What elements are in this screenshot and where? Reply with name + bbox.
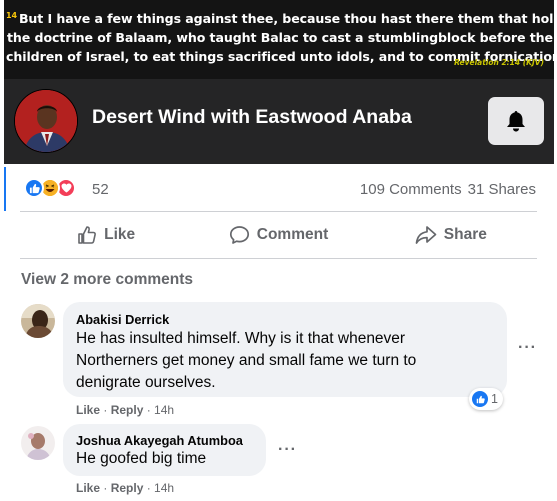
shares-count-link[interactable]: 31 Shares xyxy=(468,181,536,198)
comment-like-link[interactable]: Like xyxy=(76,403,100,417)
notification-bell-button[interactable] xyxy=(488,97,544,145)
like-button[interactable]: Like xyxy=(20,216,192,254)
scripture-reference: Revelation 2:14 (KJV) xyxy=(454,58,544,67)
view-more-comments-link[interactable]: View 2 more comments xyxy=(21,271,193,289)
page-title[interactable]: Desert Wind with Eastwood Anaba xyxy=(92,106,412,129)
comment-text-line-1: He has insulted himself. Why is it that … xyxy=(76,330,406,347)
comment-reaction-count: 1 xyxy=(491,392,498,406)
bell-icon xyxy=(507,111,525,132)
comment-bubble: Abakisi Derrick He has insulted himself.… xyxy=(63,302,507,397)
divider-bottom xyxy=(20,258,537,259)
comment-timestamp[interactable]: 14h xyxy=(154,403,174,417)
banner-line-2: the doctrine of Balaam, who taught Balac… xyxy=(7,30,553,46)
comment-reply-link[interactable]: Reply xyxy=(111,481,144,495)
post-image-banner[interactable]: 14 But I have a few things against thee, … xyxy=(4,0,554,79)
like-reaction-icon xyxy=(24,178,44,198)
comment-meta: Like · Reply · 14h xyxy=(76,481,175,495)
like-reaction-icon xyxy=(472,391,488,407)
comment-reaction-badge[interactable]: 1 xyxy=(469,388,503,410)
comment-text-line-2: Northerners get money and small fame we … xyxy=(76,352,417,369)
comment-button[interactable]: Comment xyxy=(192,216,364,254)
banner-line-1: 14 But I have a few things against thee, … xyxy=(6,6,554,28)
commenter-avatar[interactable] xyxy=(21,426,55,460)
comment-author[interactable]: Joshua Akayegah Atumboa xyxy=(76,433,243,448)
person-portrait-icon xyxy=(15,90,77,152)
page-avatar[interactable] xyxy=(14,89,78,153)
post-stats: 109 Comments 31 Shares xyxy=(354,181,536,198)
share-button-label: Share xyxy=(443,226,487,243)
comments-count-link[interactable]: 109 Comments xyxy=(360,181,462,198)
comment-bubble-icon xyxy=(229,226,249,244)
reaction-icons[interactable] xyxy=(24,178,76,198)
comment-options-button[interactable]: ··· xyxy=(518,339,537,357)
comment-author[interactable]: Abakisi Derrick xyxy=(76,312,169,327)
verse-number: 14 xyxy=(6,11,17,20)
divider-top xyxy=(20,211,537,212)
reactions-count[interactable]: 52 xyxy=(92,181,109,198)
comment-bubble: Joshua Akayegah Atumboa He goofed big ti… xyxy=(63,424,266,476)
person-photo-icon xyxy=(21,304,55,338)
post-actions: Like Comment Share xyxy=(20,216,537,254)
share-button[interactable]: Share xyxy=(365,216,537,254)
page-header-bar: Desert Wind with Eastwood Anaba xyxy=(4,79,554,164)
reactions-summary: 52 109 Comments 31 Shares xyxy=(0,175,557,205)
comment-text-line-3: denigrate ourselves. xyxy=(76,374,216,391)
banner-line-1-text: But I have a few things against thee, be… xyxy=(18,11,554,27)
person-photo-icon xyxy=(21,426,55,460)
comment-like-link[interactable]: Like xyxy=(76,481,100,495)
comment-reply-link[interactable]: Reply xyxy=(111,403,144,417)
share-arrow-icon xyxy=(415,226,437,244)
thumbs-up-icon xyxy=(78,226,97,244)
comment-text: He goofed big time xyxy=(76,450,207,467)
facebook-post: 14 But I have a few things against thee, … xyxy=(0,0,557,501)
comment-meta: Like · Reply · 14h xyxy=(76,403,175,417)
comment-button-label: Comment xyxy=(256,226,329,243)
like-button-label: Like xyxy=(104,226,136,243)
comment-options-button[interactable]: ··· xyxy=(278,441,297,459)
commenter-avatar[interactable] xyxy=(21,304,55,338)
comment-text: He has insulted himself. Why is it that … xyxy=(76,328,416,394)
comment-timestamp[interactable]: 14h xyxy=(154,481,174,495)
